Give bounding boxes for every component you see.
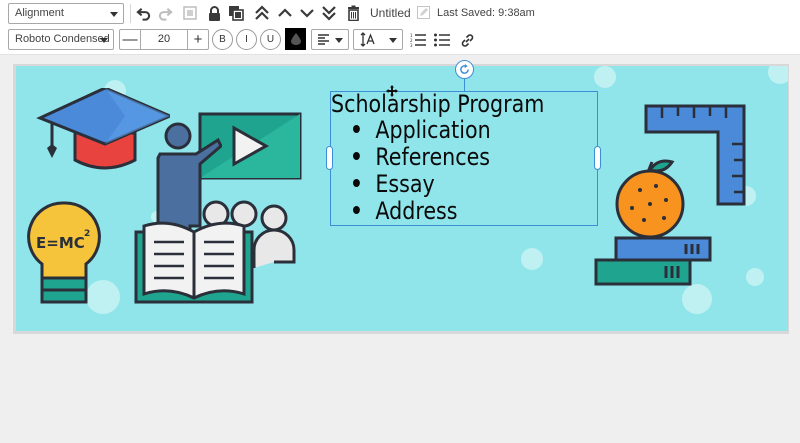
send-to-back-icon[interactable] (319, 3, 339, 23)
decor-bubble (746, 268, 764, 286)
font-size-decrease-button[interactable]: — (120, 30, 141, 49)
text-color-swatch[interactable] (285, 28, 306, 50)
italic-label: I (245, 34, 248, 45)
text-box-title: Scholarship Program (331, 90, 545, 118)
chevron-down-icon (110, 12, 118, 17)
duplicate-icon[interactable] (226, 3, 246, 23)
link-icon[interactable] (457, 30, 477, 50)
list-item: Address (353, 198, 491, 225)
italic-button[interactable]: I (236, 29, 257, 50)
resize-handle-left[interactable] (326, 146, 333, 170)
list-item: Essay (353, 171, 491, 198)
font-size-stepper: — 20 + (119, 29, 209, 50)
font-size-value[interactable]: 20 (141, 33, 187, 45)
frame-icon[interactable] (180, 3, 200, 23)
font-size-increase-button[interactable]: + (187, 30, 208, 49)
open-book-icon (134, 221, 254, 304)
send-backward-icon[interactable] (297, 3, 317, 23)
color-drop-icon (290, 33, 301, 45)
resize-handle-right[interactable] (594, 146, 601, 170)
orange-icon (615, 159, 685, 239)
bold-label: B (219, 34, 226, 45)
light-bulb-icon: E=MC 2 (27, 201, 101, 304)
text-align-icon (318, 34, 329, 45)
line-spacing-icon (360, 32, 376, 47)
font-family-value: Roboto Condensed (15, 33, 110, 45)
font-family-select[interactable]: Roboto Condensed (8, 29, 114, 50)
list-item: Application (353, 117, 491, 144)
underline-label: U (266, 34, 275, 45)
text-align-select[interactable] (311, 29, 349, 50)
decor-bubble (682, 284, 712, 314)
rotate-icon (460, 64, 469, 74)
numbered-list-icon[interactable]: 123 (408, 30, 428, 50)
list-item: References (353, 144, 491, 171)
decor-bubble (594, 66, 616, 88)
bring-to-front-icon[interactable] (252, 3, 272, 23)
last-saved-status: Last Saved: 9:38am (437, 7, 535, 19)
alignment-select-value: Alignment (15, 7, 64, 19)
rotate-handle[interactable] (455, 60, 474, 79)
chevron-down-icon (335, 38, 343, 43)
bold-button[interactable]: B (212, 29, 233, 50)
lock-icon[interactable] (205, 3, 223, 23)
svg-text:3: 3 (410, 43, 413, 47)
underline-button[interactable]: U (260, 29, 281, 50)
redo-icon[interactable] (156, 3, 174, 23)
decor-bubble (521, 248, 543, 270)
line-spacing-select[interactable] (353, 29, 403, 50)
selected-text-box[interactable]: Scholarship Program Application Referenc… (330, 90, 598, 226)
top-toolbar: Alignment Untitled Last Saved: 9:38am (0, 0, 800, 27)
svg-text:E=MC: E=MC (36, 234, 85, 252)
undo-icon[interactable] (134, 3, 152, 23)
document-title[interactable]: Untitled (370, 6, 411, 20)
trash-icon[interactable] (344, 3, 362, 23)
edit-title-icon[interactable] (415, 3, 431, 21)
text-box-bullet-list: Application References Essay Address (353, 117, 513, 225)
svg-text:2: 2 (84, 229, 90, 239)
bring-forward-icon[interactable] (275, 3, 295, 23)
alignment-select[interactable]: Alignment (8, 3, 124, 24)
chevron-down-icon (100, 38, 108, 43)
move-icon[interactable] (386, 85, 398, 97)
decor-bubble (768, 66, 788, 84)
chevron-down-icon (389, 38, 397, 43)
books-stack-icon (594, 236, 712, 286)
bullet-list-icon[interactable] (432, 30, 452, 50)
toolbar-divider (130, 4, 131, 23)
